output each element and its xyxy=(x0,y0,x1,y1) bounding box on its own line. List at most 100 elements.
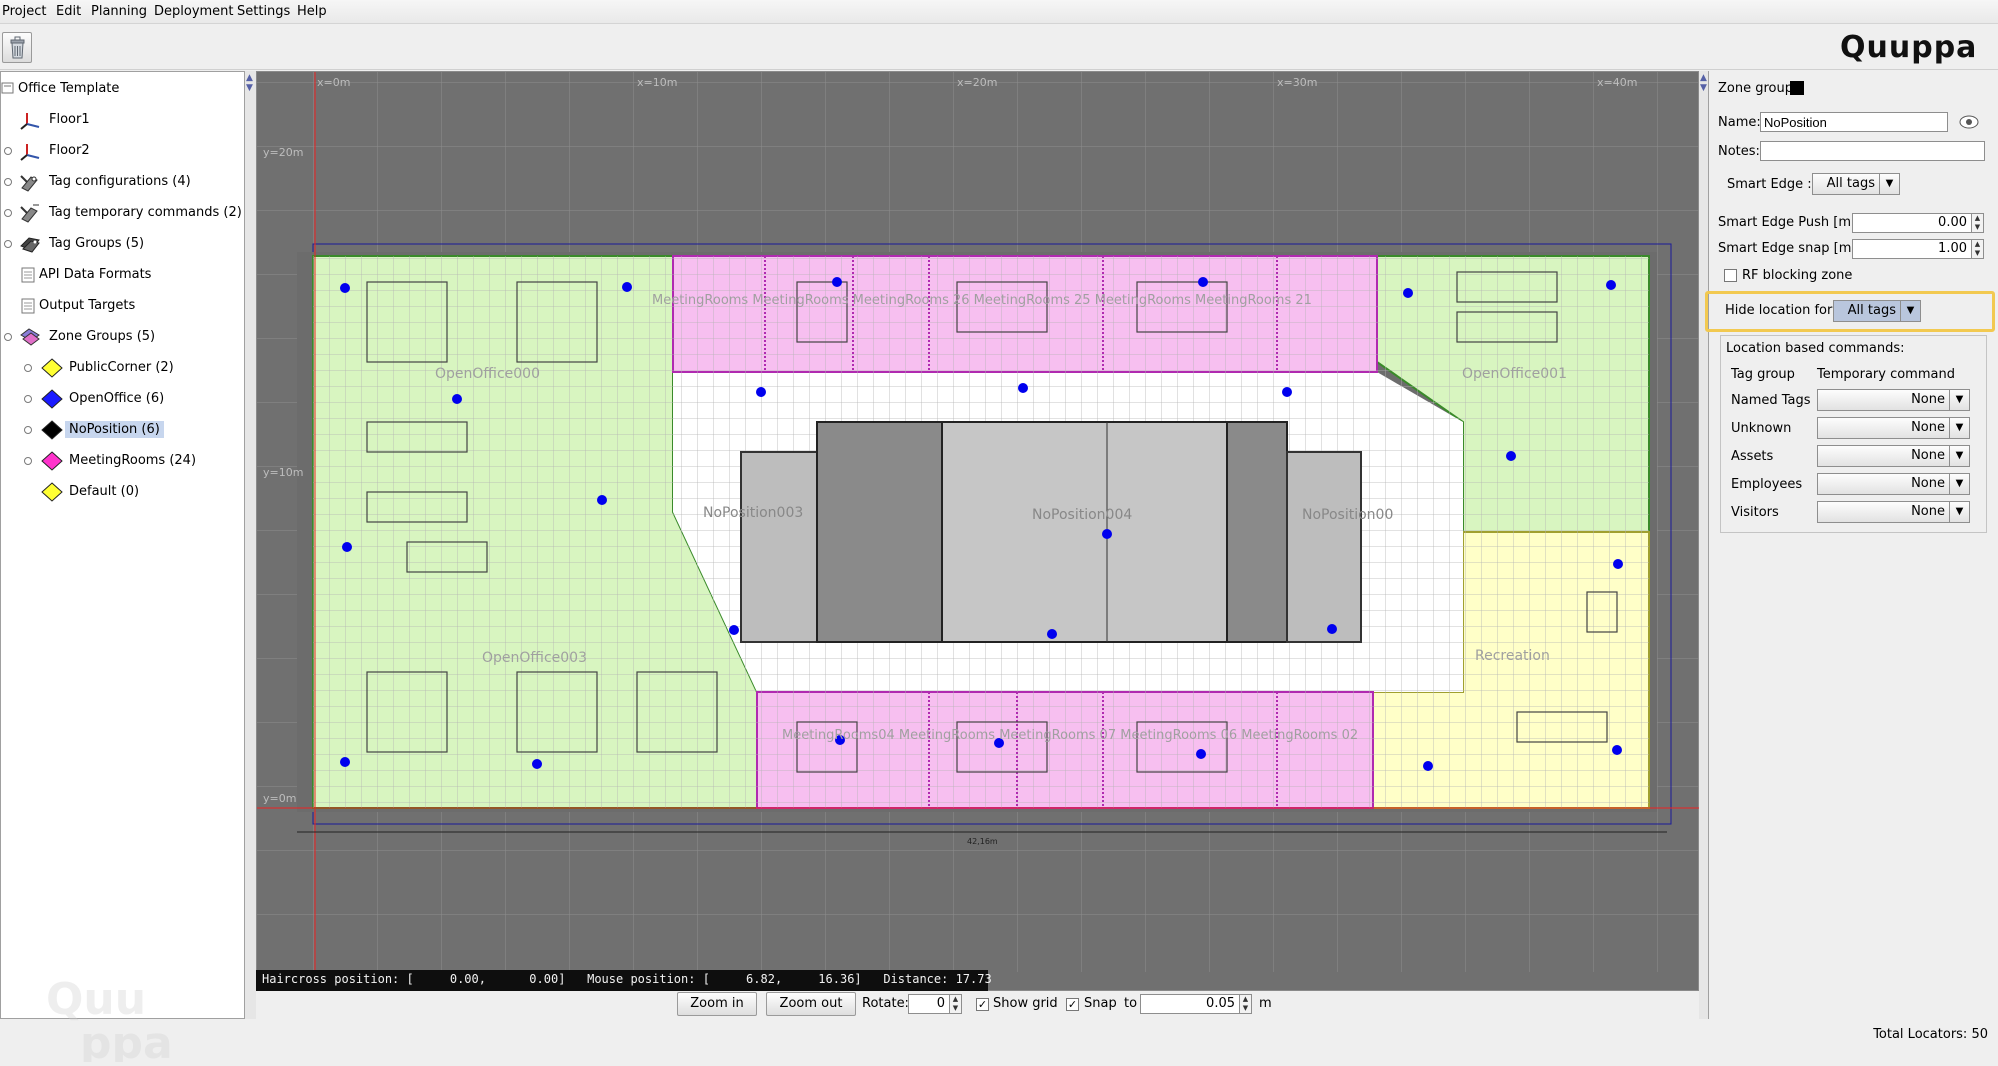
status-readout: Haircross position: [ 0.00, 0.00] Mouse … xyxy=(256,970,992,991)
snap-checkbox[interactable]: ✓ xyxy=(1066,998,1079,1011)
tree-root[interactable]: Office Template xyxy=(1,77,241,101)
menu-edit[interactable]: Edit xyxy=(56,4,81,19)
menu-settings[interactable]: Settings xyxy=(237,4,290,19)
tree-floor1[interactable]: Floor1 xyxy=(1,108,241,132)
lbc-row-label: Named Tags xyxy=(1731,393,1811,408)
svg-text:x=10m: x=10m xyxy=(637,76,677,89)
zone-label-openoffice003: OpenOffice003 xyxy=(482,650,587,666)
lbc-command-dropdown[interactable]: None ▼ xyxy=(1817,417,1970,439)
unit-label: m xyxy=(1259,996,1272,1011)
lbc-command-dropdown[interactable]: None ▼ xyxy=(1817,445,1970,467)
rf-blocking-checkbox[interactable] xyxy=(1724,269,1737,282)
smart-edge-snap-stepper[interactable]: ▲ ▼ xyxy=(1971,239,1984,259)
lbc-row-label: Visitors xyxy=(1731,505,1779,520)
expand-toggle[interactable] xyxy=(4,209,12,217)
tree-zone-default[interactable]: Default (0) xyxy=(1,480,241,504)
zone-label-recreation: Recreation xyxy=(1475,648,1550,664)
expand-toggle[interactable] xyxy=(4,333,12,341)
svg-text:Quuppa: Quuppa xyxy=(1840,30,1977,64)
snap-value-input[interactable]: 0.05 xyxy=(1140,994,1240,1014)
show-grid-label: Show grid xyxy=(993,996,1058,1011)
delete-button[interactable] xyxy=(2,32,32,63)
svg-text:y=10m: y=10m xyxy=(263,466,303,479)
menu-project[interactable]: Project xyxy=(2,4,46,19)
smart-edge-label: Smart Edge : xyxy=(1727,177,1812,192)
visibility-eye-icon[interactable] xyxy=(1958,113,1980,131)
zoom-out-button[interactable]: Zoom out xyxy=(766,992,856,1016)
tree-zone-groups[interactable]: Zone Groups (5) xyxy=(1,325,241,349)
toolbar xyxy=(0,24,1998,70)
floor-plan-canvas[interactable]: x=0m x=10m x=20m x=30m x=40m y=20m y=10m… xyxy=(256,71,1700,991)
svg-text:x=0m: x=0m xyxy=(317,76,350,89)
smart-edge-dropdown[interactable]: All tags ▼ xyxy=(1812,173,1900,195)
lbc-row-label: Employees xyxy=(1731,477,1803,492)
to-label: to xyxy=(1124,996,1138,1011)
chevron-down-icon: ▼ xyxy=(1949,390,1969,410)
tag-command-icon xyxy=(20,204,39,223)
expand-toggle[interactable] xyxy=(24,395,32,403)
axes-icon xyxy=(20,144,40,161)
output-target-icon xyxy=(21,298,35,314)
zone-color-swatch[interactable] xyxy=(1790,81,1804,95)
tag-group-icon xyxy=(20,237,40,253)
lbc-row-label: Assets xyxy=(1731,449,1774,464)
expand-toggle[interactable] xyxy=(24,364,32,372)
rf-blocking-label: RF blocking zone xyxy=(1742,268,1853,283)
svg-text:x=20m: x=20m xyxy=(957,76,997,89)
diamond-icon xyxy=(41,358,63,378)
notes-input[interactable] xyxy=(1760,141,1985,161)
right-splitter[interactable]: ▲ ▼ xyxy=(1699,71,1708,1019)
highlight-frame xyxy=(1705,291,1995,332)
svg-text:ppa: ppa xyxy=(80,1018,173,1062)
total-locators: Total Locators: 50 xyxy=(1873,1027,1988,1042)
rotate-input[interactable]: 0 xyxy=(908,994,950,1014)
diamond-icon xyxy=(41,389,63,409)
expand-toggle[interactable] xyxy=(24,426,32,434)
tree-zone-openoffice[interactable]: OpenOffice (6) xyxy=(1,387,241,411)
smart-edge-push-input[interactable]: 0.00 xyxy=(1852,213,1972,233)
tree-zone-meetingrooms[interactable]: MeetingRooms (24) xyxy=(1,449,241,473)
tree-floor2[interactable]: Floor2 xyxy=(1,139,241,163)
smart-edge-push-stepper[interactable]: ▲ ▼ xyxy=(1971,213,1984,233)
chevron-down-icon: ▼ xyxy=(1949,446,1969,466)
lbc-row-label: Unknown xyxy=(1731,421,1792,436)
menu-deployment[interactable]: Deployment xyxy=(154,4,234,19)
smart-edge-push-label: Smart Edge Push [m]: xyxy=(1718,215,1861,230)
left-splitter[interactable]: ▲ ▼ xyxy=(245,71,256,1019)
tree-api-data-formats[interactable]: API Data Formats xyxy=(1,263,241,287)
name-input[interactable] xyxy=(1760,112,1948,132)
svg-text:42,16m: 42,16m xyxy=(967,837,998,846)
expand-toggle[interactable] xyxy=(4,147,12,155)
chevron-down-icon: ▼ xyxy=(1949,502,1969,522)
tree-zone-noposition[interactable]: NoPosition (6) xyxy=(1,418,241,442)
name-label: Name: xyxy=(1718,115,1761,130)
zone-properties-panel: Zone group Name: Notes: Smart Edge : All… xyxy=(1708,71,1998,1019)
expand-toggle[interactable] xyxy=(4,240,12,248)
show-grid-checkbox[interactable]: ✓ xyxy=(976,998,989,1011)
menu-planning[interactable]: Planning xyxy=(91,4,147,19)
axes-icon xyxy=(20,113,40,130)
lbc-command-dropdown[interactable]: None ▼ xyxy=(1817,501,1970,523)
smart-edge-snap-input[interactable]: 1.00 xyxy=(1852,239,1972,259)
zone-noposition[interactable] xyxy=(740,421,1362,643)
tree-zone-publiccorner[interactable]: PublicCorner (2) xyxy=(1,356,241,380)
snap-stepper[interactable]: ▲ ▼ xyxy=(1239,994,1252,1014)
tree-tag-temporary-commands[interactable]: Tag temporary commands (2) xyxy=(1,201,242,225)
rotate-label: Rotate: xyxy=(862,996,909,1011)
zoom-in-button[interactable]: Zoom in xyxy=(677,992,757,1016)
menu-bar: Project Edit Planning Deployment Setting… xyxy=(0,0,1998,24)
rotate-stepper[interactable]: ▲ ▼ xyxy=(949,994,962,1014)
tree-tag-groups[interactable]: Tag Groups (5) xyxy=(1,232,241,256)
api-format-icon xyxy=(21,267,35,283)
chevron-down-icon: ▼ xyxy=(1879,174,1899,194)
expand-toggle[interactable] xyxy=(24,457,32,465)
tree-tag-configurations[interactable]: Tag configurations (4) xyxy=(1,170,241,194)
lbc-command-dropdown[interactable]: None ▼ xyxy=(1817,389,1970,411)
lbc-col-taggroup: Tag group xyxy=(1731,367,1795,382)
zone-label-meeting-bottom: MeetingRooms04 MeetingRooms MeetingRooms… xyxy=(782,728,1358,743)
menu-help[interactable]: Help xyxy=(297,4,327,19)
expand-toggle[interactable] xyxy=(4,178,12,186)
tree-output-targets[interactable]: Output Targets xyxy=(1,294,241,318)
floor-plan[interactable]: x=0m x=10m x=20m x=30m x=40m y=20m y=10m… xyxy=(257,72,1700,972)
lbc-command-dropdown[interactable]: None ▼ xyxy=(1817,473,1970,495)
